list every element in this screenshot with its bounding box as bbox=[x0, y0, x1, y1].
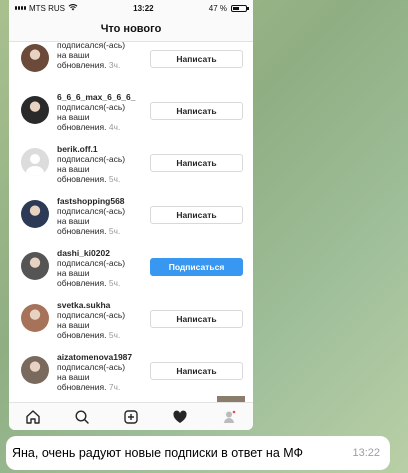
activity-text: fastshopping568 подписался(-ась) на ваши об… bbox=[57, 196, 142, 236]
message-button[interactable]: Написать bbox=[150, 154, 243, 172]
avatar[interactable] bbox=[21, 44, 49, 72]
status-bar: MTS RUS 13:22 47 % bbox=[9, 0, 253, 16]
tab-search[interactable] bbox=[72, 407, 92, 427]
activity-text: berik.off.1 подписался(-ась) на ваши обновл… bbox=[57, 144, 142, 184]
activity-row[interactable]: berik.off.1 подписался(-ась) на ваши обновл… bbox=[9, 138, 253, 190]
activity-text: dashi_ki0202 подписался(-ась) на ваши обнов… bbox=[57, 248, 142, 288]
activity-line: обновления. 3ч. bbox=[57, 60, 142, 70]
avatar[interactable] bbox=[21, 200, 49, 228]
activity-line: подписался(-ась) bbox=[57, 362, 126, 372]
username-link[interactable]: berik.off.1 bbox=[57, 144, 142, 154]
home-icon bbox=[26, 409, 41, 424]
activity-line: подписался(-ась) bbox=[57, 310, 126, 320]
chat-message: Яна, очень радуют новые подписки в ответ… bbox=[6, 436, 390, 470]
message-button[interactable]: Написать bbox=[150, 206, 243, 224]
activity-line: подписался(-ась) bbox=[57, 154, 126, 164]
activity-line: обновления. 5ч. bbox=[57, 226, 142, 236]
activity-line: обновления. 5ч. bbox=[57, 278, 142, 288]
activity-time: 5ч. bbox=[108, 226, 121, 236]
activity-time: 5ч. bbox=[108, 278, 121, 288]
username-link[interactable]: 6_6_6_max_6_6_6_ bbox=[57, 92, 142, 102]
carrier-label: MTS RUS bbox=[29, 3, 65, 13]
clock: 13:22 bbox=[133, 3, 154, 13]
activity-row[interactable]: 6_6_6_max_6_6_6_ подписался(-ась) на ваши о… bbox=[9, 86, 253, 138]
activity-text: 6_6_6_max_6_6_6_ подписался(-ась) на ваши о… bbox=[57, 92, 142, 132]
avatar[interactable] bbox=[21, 96, 49, 124]
page-title: Что нового bbox=[9, 16, 253, 42]
activity-list[interactable]: подписался(-ась) на ваши обновления. 3ч. На… bbox=[9, 42, 253, 402]
activity-line: обновления. 7ч. bbox=[57, 382, 142, 392]
activity-row[interactable]: svetka.sukha подписался(-ась) на ваши обнов… bbox=[9, 294, 253, 346]
activity-line: обновления. 5ч. bbox=[57, 330, 142, 340]
activity-line-text: обновления. bbox=[57, 122, 107, 132]
message-text: Яна, очень радуют новые подписки в ответ… bbox=[12, 446, 304, 460]
activity-text: aizatomenova1987 подписался(-ась) на ваши о… bbox=[57, 352, 142, 392]
activity-time: 4ч. bbox=[108, 122, 121, 132]
activity-line: подписался(-ась) bbox=[57, 102, 126, 112]
activity-line: обновления. 4ч. bbox=[57, 122, 142, 132]
activity-line-text: обновления. bbox=[57, 278, 107, 288]
activity-line: подписался(-ась) bbox=[57, 42, 126, 50]
activity-text: svetka.sukha подписался(-ась) на ваши обнов… bbox=[57, 300, 142, 340]
activity-line-text: обновления. bbox=[57, 226, 107, 236]
activity-line: на ваши bbox=[57, 320, 90, 330]
tab-home[interactable] bbox=[23, 407, 43, 427]
activity-row[interactable]: подписался(-ась) на ваши обновления. 3ч. На… bbox=[9, 42, 253, 86]
phone-screen: MTS RUS 13:22 47 % Что нового подписался… bbox=[9, 0, 253, 430]
battery-icon bbox=[230, 4, 249, 12]
activity-time: 5ч. bbox=[108, 174, 121, 184]
activity-line: на ваши bbox=[57, 372, 90, 382]
avatar[interactable] bbox=[21, 356, 49, 384]
message-button[interactable]: Написать bbox=[150, 362, 243, 380]
signal-icon bbox=[15, 6, 26, 10]
activity-line-text: обновления. bbox=[57, 382, 107, 392]
username-link[interactable]: dashi_ki0202 bbox=[57, 248, 142, 258]
activity-time: 5ч. bbox=[108, 330, 121, 340]
activity-line: на ваши bbox=[57, 268, 90, 278]
activity-line: обновления. 5ч. bbox=[57, 174, 142, 184]
activity-line: подписался(-ась) bbox=[57, 206, 126, 216]
heart-icon bbox=[173, 410, 187, 423]
activity-line: подписался(-ась) bbox=[57, 258, 126, 268]
search-icon bbox=[75, 409, 89, 424]
message-button[interactable]: Написать bbox=[150, 102, 243, 120]
activity-row[interactable]: dashi_ki0202 подписался(-ась) на ваши обнов… bbox=[9, 242, 253, 294]
activity-line: на ваши bbox=[57, 164, 90, 174]
tab-add-post[interactable] bbox=[121, 407, 141, 427]
activity-text: подписался(-ась) на ваши обновления. 3ч. bbox=[57, 42, 142, 70]
avatar[interactable] bbox=[21, 304, 49, 332]
activity-line-text: обновления. bbox=[57, 174, 107, 184]
activity-row[interactable]: aizatomenova1987 подписался(-ась) на ваши о… bbox=[9, 346, 253, 398]
profile-icon bbox=[223, 410, 235, 423]
username-link[interactable]: svetka.sukha bbox=[57, 300, 142, 310]
username-link[interactable]: aizatomenova1987 bbox=[57, 352, 142, 362]
add-post-icon bbox=[124, 409, 138, 424]
follow-button[interactable]: Подписаться bbox=[150, 258, 243, 276]
activity-row[interactable]: fastshopping568 подписался(-ась) на ваши об… bbox=[9, 190, 253, 242]
message-time: 13:22 bbox=[352, 447, 380, 459]
tab-activity[interactable] bbox=[170, 407, 190, 427]
activity-line-text: обновления. bbox=[57, 60, 107, 70]
activity-time: 3ч. bbox=[108, 60, 121, 70]
activity-line: на ваши bbox=[57, 50, 90, 60]
battery-percent: 47 % bbox=[208, 3, 227, 13]
activity-line-text: обновления. bbox=[57, 330, 107, 340]
tab-profile[interactable] bbox=[219, 407, 239, 427]
activity-time: 7ч. bbox=[108, 382, 121, 392]
activity-line: на ваши bbox=[57, 216, 90, 226]
activity-line: на ваши bbox=[57, 112, 90, 122]
username-link[interactable]: fastshopping568 bbox=[57, 196, 142, 206]
wifi-icon bbox=[68, 3, 78, 13]
avatar[interactable] bbox=[21, 148, 49, 176]
avatar[interactable] bbox=[21, 252, 49, 280]
message-button[interactable]: Написать bbox=[150, 50, 243, 68]
tab-bar bbox=[9, 402, 253, 430]
message-button[interactable]: Написать bbox=[150, 310, 243, 328]
